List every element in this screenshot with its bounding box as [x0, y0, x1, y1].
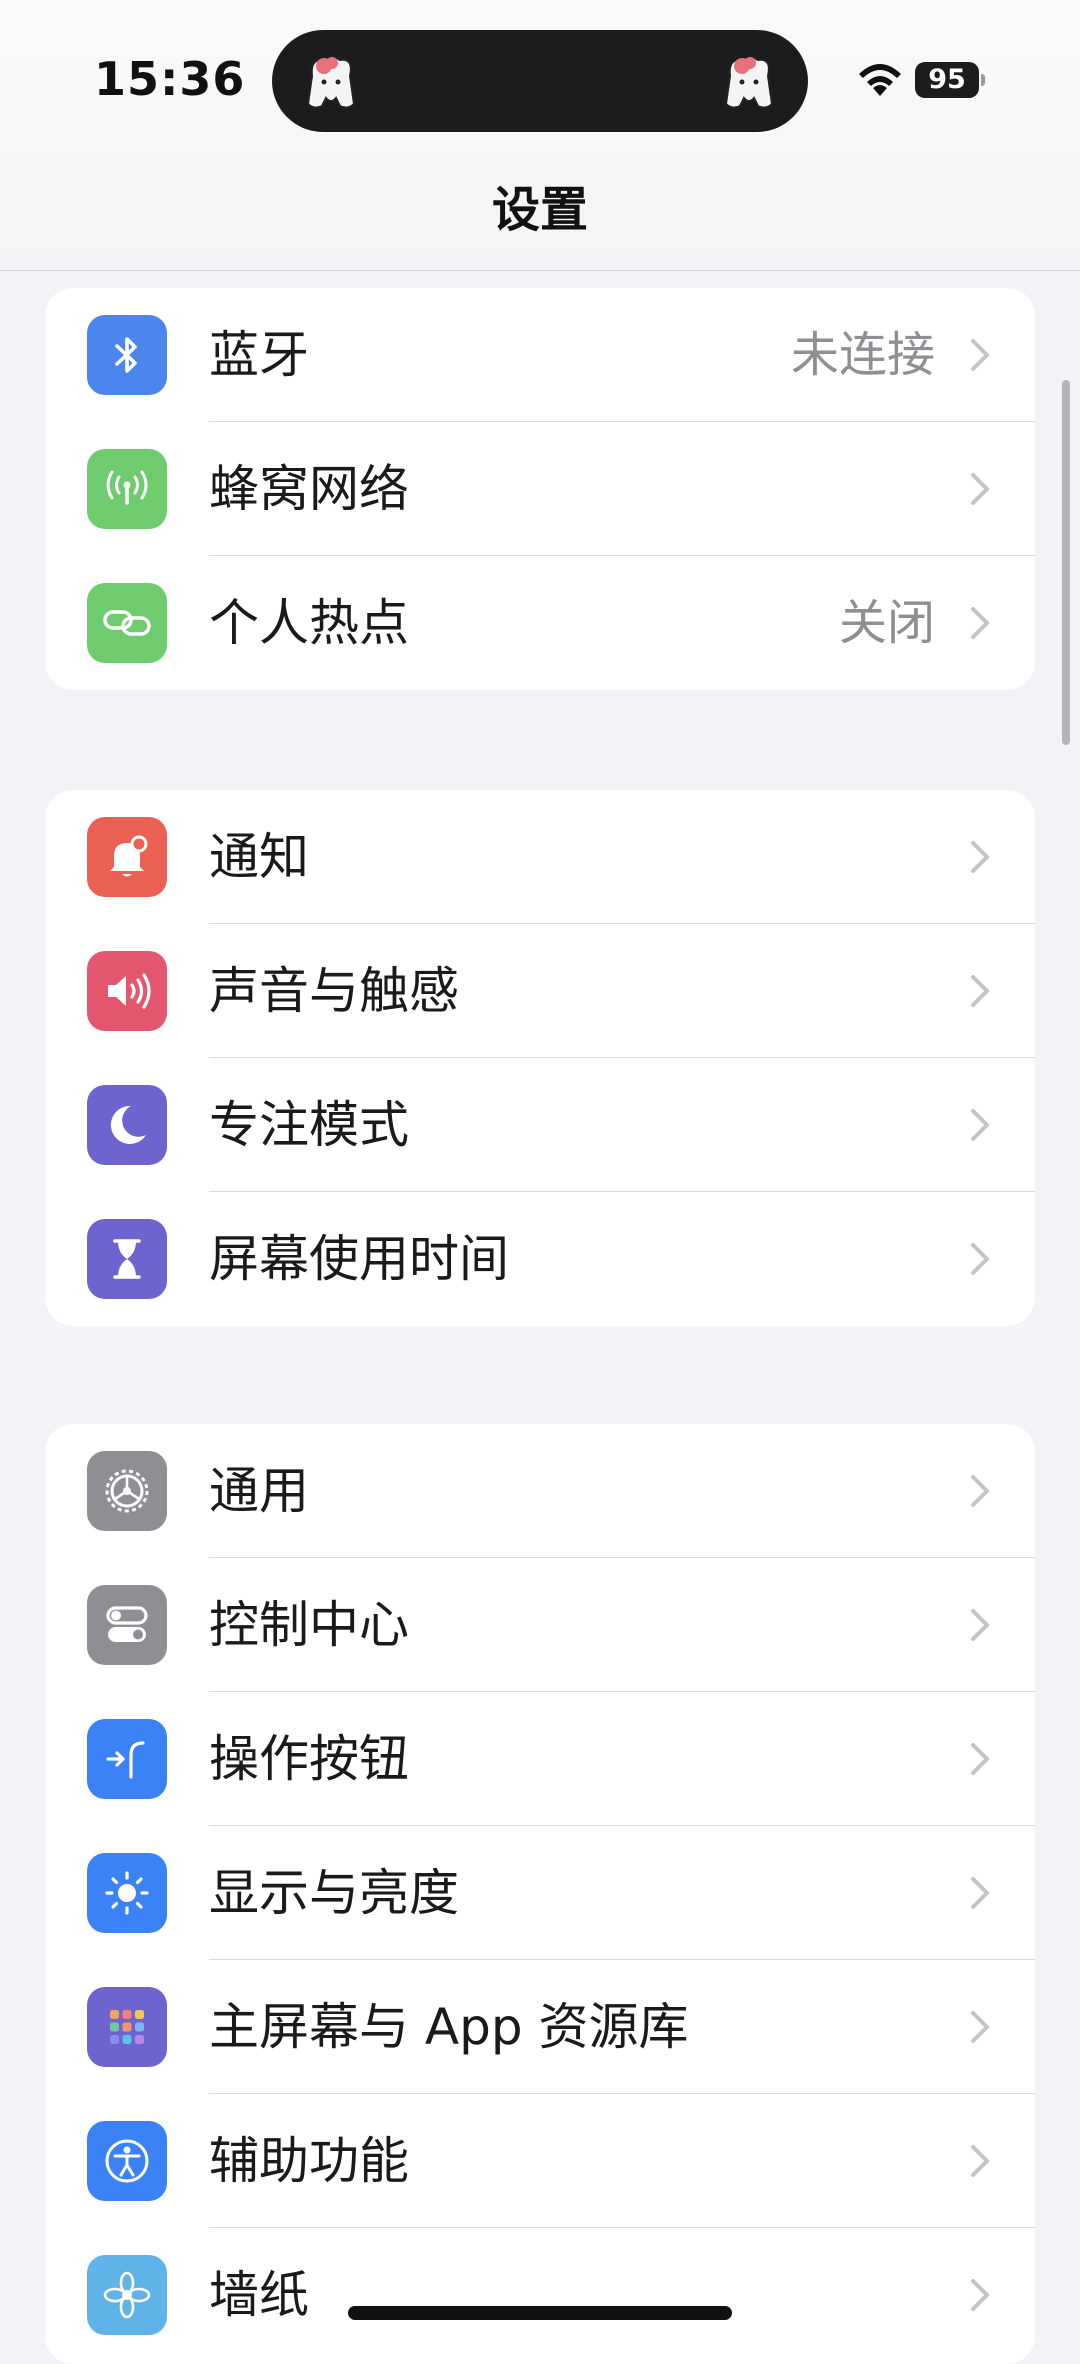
battery-level: 95 — [915, 62, 979, 98]
settings-row-label: 个人热点 — [209, 594, 409, 652]
scroll-indicator[interactable] — [1062, 380, 1070, 745]
chevron-right-icon — [971, 1743, 989, 1775]
mascot-right-icon — [724, 56, 774, 109]
settings-row-label: 专注模式 — [209, 1096, 409, 1154]
bluetooth-icon — [87, 315, 167, 395]
cellular-icon — [87, 449, 167, 529]
chevron-right-icon — [971, 1109, 989, 1141]
settings-row-label: 通用 — [209, 1462, 309, 1520]
chevron-right-icon — [971, 1243, 989, 1275]
settings-row-label: 墙纸 — [209, 2266, 309, 2324]
battery-cap — [981, 74, 985, 86]
settings-row-focus[interactable]: 专注模式 — [45, 1058, 1035, 1192]
moon-icon — [87, 1085, 167, 1165]
toggles-icon — [87, 1585, 167, 1665]
settings-row-label: 声音与触感 — [209, 962, 459, 1020]
settings-row-hotspot[interactable]: 个人热点 关闭 — [45, 556, 1035, 690]
chevron-right-icon — [971, 2011, 989, 2043]
wifi-icon — [859, 64, 901, 96]
settings-row-sounds[interactable]: 声音与触感 — [45, 924, 1035, 1058]
hourglass-icon — [87, 1219, 167, 1299]
chevron-right-icon — [971, 339, 989, 371]
chevron-right-icon — [971, 975, 989, 1007]
settings-row-label: 蜂窝网络 — [209, 460, 409, 518]
battery-indicator: 95 — [915, 62, 985, 98]
chevron-right-icon — [971, 841, 989, 873]
settings-row-accessibility[interactable]: 辅助功能 — [45, 2094, 1035, 2228]
settings-row-general[interactable]: 通用 — [45, 1424, 1035, 1558]
settings-row-control-center[interactable]: 控制中心 — [45, 1558, 1035, 1692]
settings-row-value: 未连接 — [790, 327, 935, 383]
settings-row-label: 显示与亮度 — [209, 1864, 459, 1922]
settings-row-action-button[interactable]: 操作按钮 — [45, 1692, 1035, 1826]
settings-row-home-screen[interactable]: 主屏幕与 App 资源库 — [45, 1960, 1035, 2094]
settings-group-connectivity: 蓝牙 未连接 蜂窝网络 个人热点 关闭 — [45, 288, 1035, 690]
action-button-icon — [87, 1719, 167, 1799]
gear-icon — [87, 1451, 167, 1531]
settings-group-general: 通用 控制中心 操作按钮 显示与亮度 主屏幕与 App 资源库 辅助功能 墙纸 — [45, 1424, 1035, 2364]
settings-row-label: 辅助功能 — [209, 2132, 409, 2190]
accessibility-icon — [87, 2121, 167, 2201]
settings-row-label: 主屏幕与 App 资源库 — [209, 1998, 689, 2056]
settings-row-wallpaper[interactable]: 墙纸 — [45, 2228, 1035, 2362]
settings-row-screen-time[interactable]: 屏幕使用时间 — [45, 1192, 1035, 1326]
settings-row-display[interactable]: 显示与亮度 — [45, 1826, 1035, 1960]
settings-row-label: 通知 — [209, 828, 309, 886]
chevron-right-icon — [971, 1475, 989, 1507]
chevron-right-icon — [971, 2279, 989, 2311]
mascot-left-icon — [306, 56, 356, 109]
chevron-right-icon — [971, 2145, 989, 2177]
brightness-sun-icon — [87, 1853, 167, 1933]
settings-group-notifications: 通知 声音与触感 专注模式 屏幕使用时间 — [45, 790, 1035, 1326]
dynamic-island — [272, 30, 808, 132]
speaker-icon — [87, 951, 167, 1031]
settings-row-label: 屏幕使用时间 — [209, 1230, 509, 1288]
hotspot-icon — [87, 583, 167, 663]
notification-bell-icon — [87, 817, 167, 897]
page-title: 设置 — [491, 182, 588, 238]
settings-row-value: 关闭 — [838, 595, 935, 651]
settings-row-label: 蓝牙 — [209, 326, 309, 384]
chevron-right-icon — [971, 1877, 989, 1909]
chevron-right-icon — [971, 473, 989, 505]
settings-row-label: 操作按钮 — [209, 1730, 409, 1788]
settings-row-cellular[interactable]: 蜂窝网络 — [45, 422, 1035, 556]
chevron-right-icon — [971, 1609, 989, 1641]
settings-row-notifications[interactable]: 通知 — [45, 790, 1035, 924]
settings-row-bluetooth[interactable]: 蓝牙 未连接 — [45, 288, 1035, 422]
app-grid-icon — [87, 1987, 167, 2067]
home-indicator[interactable] — [348, 2306, 732, 2320]
status-time: 15:36 — [94, 52, 246, 106]
wallpaper-flower-icon — [87, 2255, 167, 2335]
top-bar: 15:36 95 设置 — [0, 0, 1080, 271]
settings-row-label: 控制中心 — [209, 1596, 409, 1654]
chevron-right-icon — [971, 607, 989, 639]
